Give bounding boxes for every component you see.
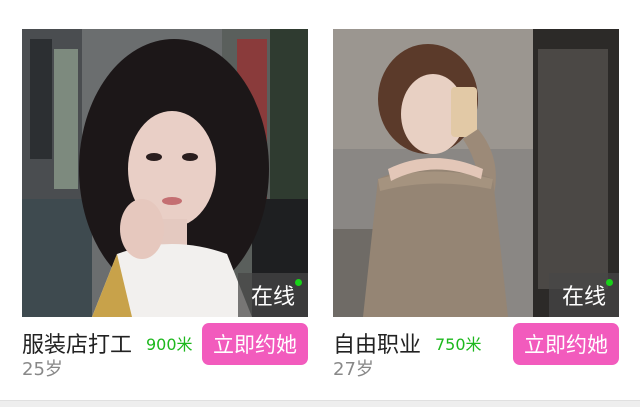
distance-label: 750米 — [435, 335, 482, 354]
user-card-1[interactable]: 在线 服装店打工 900米 25岁 立即约她 — [22, 29, 308, 383]
user-info-1: 服装店打工 900米 25岁 立即约她 — [22, 317, 308, 383]
online-status-dot — [606, 279, 613, 286]
online-label: 在线 — [250, 285, 295, 310]
online-status-dot — [295, 279, 302, 286]
age-label: 25岁 — [22, 359, 63, 380]
user-info-2: 自由职业 750米 27岁 立即约她 — [333, 317, 619, 383]
online-badge: 在线 — [549, 273, 619, 317]
profile-photo-2[interactable]: 在线 — [333, 29, 619, 317]
profile-photo-1[interactable]: 在线 — [22, 29, 308, 317]
distance-label: 900米 — [146, 335, 193, 354]
online-label: 在线 — [561, 285, 606, 310]
age-label: 27岁 — [333, 359, 374, 380]
date-her-button[interactable]: 立即约她 — [202, 323, 308, 365]
online-badge: 在线 — [238, 273, 308, 317]
bottom-divider — [0, 400, 640, 407]
user-card-2[interactable]: 在线 自由职业 750米 27岁 立即约她 — [333, 29, 619, 383]
date-her-button[interactable]: 立即约她 — [513, 323, 619, 365]
